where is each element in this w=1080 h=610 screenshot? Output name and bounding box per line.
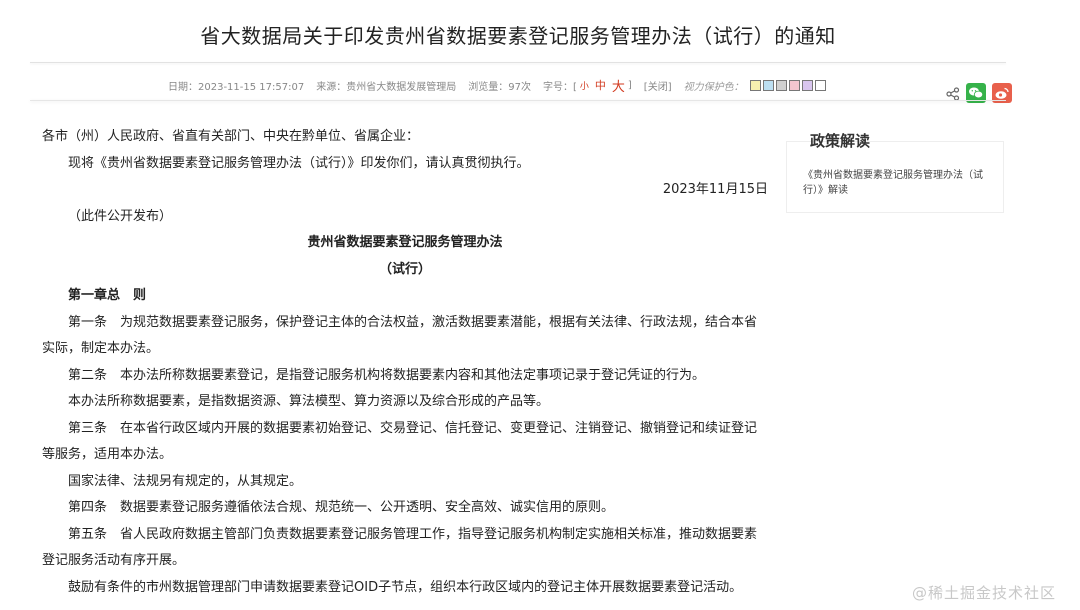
issue-date: 2023年11月15日 — [662, 182, 768, 197]
publish-note: （此件公开发布） — [68, 208, 173, 224]
swatch-gray[interactable] — [775, 79, 787, 91]
source: 来源：贵州省大数据发展管理局 — [316, 81, 457, 93]
page-title: 省大数据局关于印发贵州省数据要素登记服务管理办法（试行）的通知 — [200, 24, 836, 48]
swatch-pink[interactable] — [788, 79, 800, 91]
policy-interpretation-panel: 政策解读 《贵州省数据要素登记服务管理办法（试行）》解读 — [786, 131, 1004, 213]
publish-date: 日期：2023-11-15 17:57:07 — [168, 81, 305, 93]
swatch-white[interactable] — [814, 79, 826, 91]
meta-bar: 日期：2023-11-15 17:57:07 来源：贵州省大数据发展管理局 浏览… — [168, 76, 828, 95]
swatch-yellow[interactable] — [749, 79, 761, 91]
chapter-heading: 第一章总 则 — [68, 288, 147, 303]
article-5: 第五条 省人民政府数据主管部门负责数据要素登记服务管理工作，指导登记服务机构制定… — [42, 526, 758, 569]
interpretation-link[interactable]: 《贵州省数据要素登记服务管理办法（试行）》解读 — [803, 170, 983, 196]
article-3-paragraph-2: 国家法律、法规另有规定的，从其规定。 — [68, 473, 303, 489]
document-title: 贵州省数据要素登记服务管理办法 — [307, 235, 503, 250]
article-1: 第一条 为规范数据要素登记服务，保护登记主体的合法权益，激活数据要素潜能，根据有… — [42, 314, 758, 357]
title-divider — [30, 62, 1006, 63]
vision-protection-label: 视力保护色： — [683, 81, 744, 93]
watermark: @稀土掘金技术社区 — [912, 584, 1057, 602]
font-medium-button[interactable]: 中 — [595, 77, 606, 93]
sidebar-box: 《贵州省数据要素登记服务管理办法（试行）》解读 — [786, 141, 1004, 213]
color-swatches — [749, 79, 828, 91]
article-3: 第三条 在本省行政区域内开展的数据要素初始登记、交易登记、信托登记、变更登记、注… — [42, 420, 758, 463]
intro-paragraph: 现将《贵州省数据要素登记服务管理办法（试行）》印发你们，请认真贯彻执行。 — [68, 155, 530, 171]
share-icon[interactable] — [946, 86, 960, 101]
article-2: 第二条 本办法所称数据要素登记，是指登记服务机构将数据要素内容和其他法定事项记录… — [68, 367, 706, 383]
document-subtitle: （试行） — [378, 261, 431, 277]
article-body: 各市（州）人民政府、省直有关部门、中央在黔单位、省属企业： 现将《贵州省数据要素… — [42, 124, 768, 601]
swatch-blue[interactable] — [762, 79, 774, 91]
font-size-label: 字号：[ — [542, 81, 577, 93]
article-2-paragraph-2: 本办法所称数据要素，是指数据资源、算法模型、算力资源以及综合形成的产品等。 — [68, 394, 550, 409]
article-4: 第四条 数据要素登记服务遵循依法合规、规范统一、公开透明、安全高效、诚实信用的原… — [68, 500, 615, 515]
font-small-button[interactable]: 小 — [580, 79, 589, 92]
close-button[interactable]: [关闭] — [644, 78, 672, 93]
salutation: 各市（州）人民政府、省直有关部门、中央在黔单位、省属企业： — [42, 129, 420, 144]
font-size-bracket: ] — [627, 79, 632, 91]
font-large-button[interactable]: 大 — [612, 76, 625, 95]
view-count: 浏览量：97次 — [468, 81, 531, 93]
swatch-purple[interactable] — [801, 79, 813, 91]
meta-divider — [30, 100, 1006, 101]
article-5-paragraph-2: 鼓励有条件的市州数据管理部门申请数据要素登记OID子节点，组织本行政区域内的登记… — [68, 579, 743, 595]
